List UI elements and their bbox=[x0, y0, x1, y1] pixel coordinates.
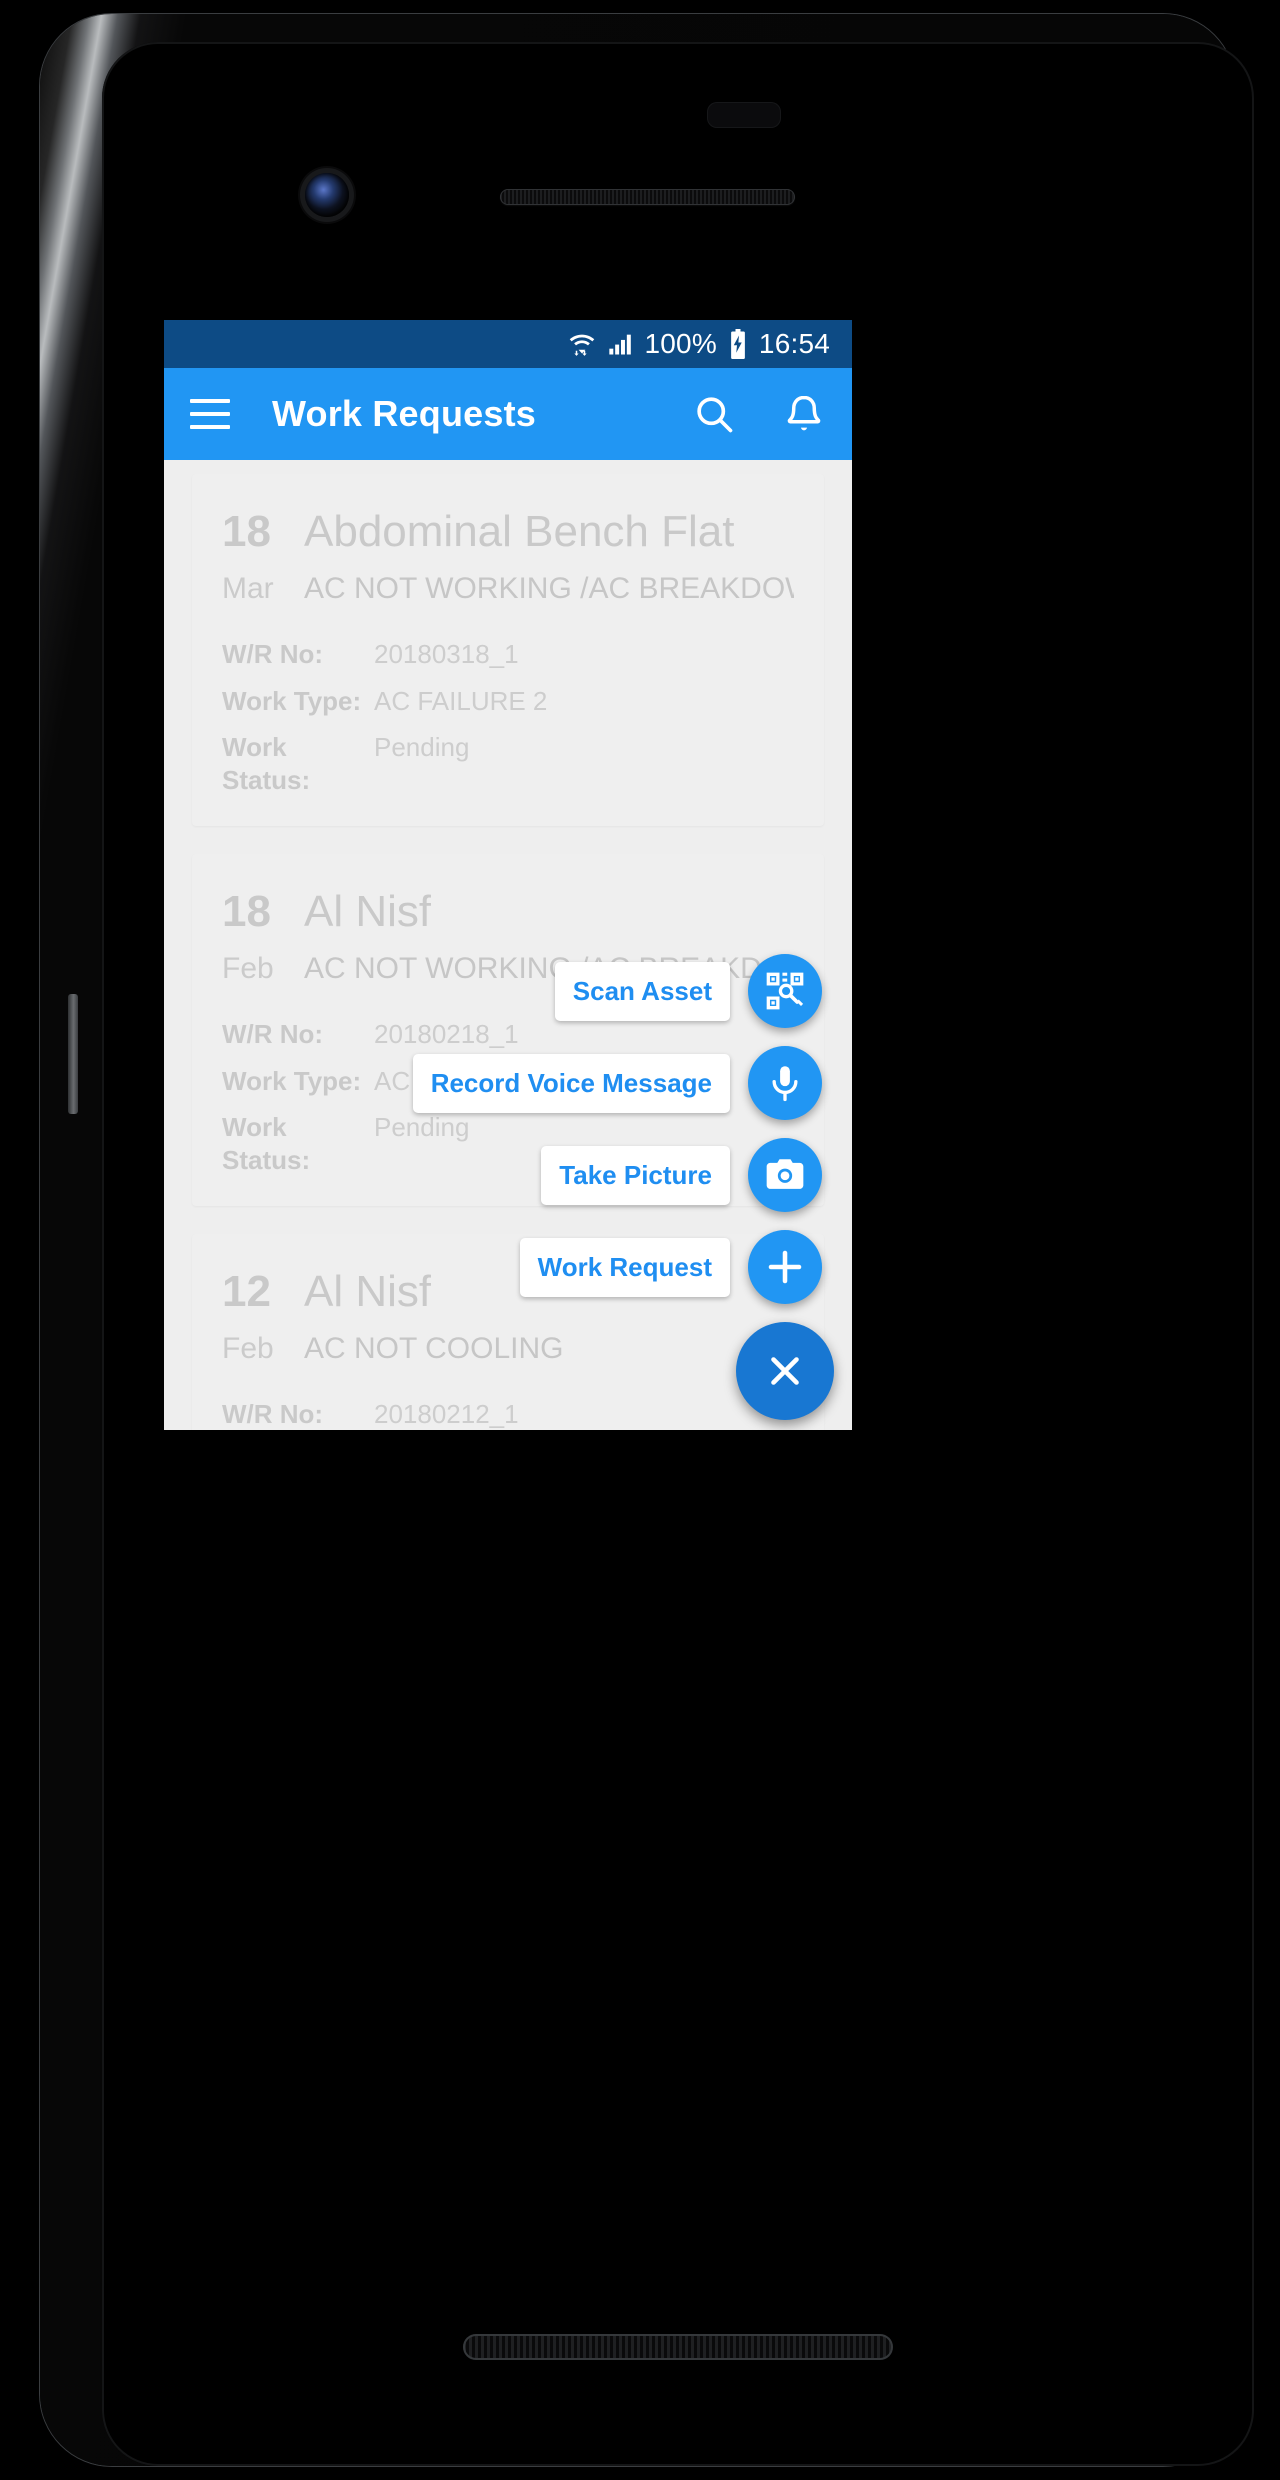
page-title: Work Requests bbox=[272, 393, 537, 434]
card-description: AC NOT WORKING /AC BREAKDOWN bbox=[304, 574, 794, 604]
phone-screen-bezel: 100% 16:54 Work Requests 18 Abdominal Be… bbox=[102, 42, 1254, 2466]
speed-dial-action-record-voice[interactable]: Record Voice Message bbox=[412, 1046, 822, 1120]
earpiece-speaker-icon bbox=[500, 189, 795, 205]
card-header: 18 Al Nisf bbox=[222, 890, 794, 934]
camera-icon bbox=[766, 1159, 804, 1189]
speed-dial-close-row[interactable] bbox=[736, 1322, 834, 1420]
detail-row-work-type: Work Type: AC FAILURE 2 bbox=[222, 685, 794, 718]
card-title: Al Nisf bbox=[304, 890, 432, 934]
card-month: Feb bbox=[222, 1332, 274, 1365]
clock-label: 16:54 bbox=[758, 328, 830, 359]
card-month: Feb bbox=[222, 952, 274, 985]
speed-dial-action-work-request[interactable]: Work Request bbox=[519, 1230, 822, 1304]
proximity-sensor-icon bbox=[707, 102, 781, 128]
work-request-label[interactable]: Work Request bbox=[519, 1237, 730, 1297]
hamburger-menu-icon[interactable] bbox=[190, 399, 230, 429]
speed-dial-action-scan-asset[interactable]: Scan Asset bbox=[554, 954, 822, 1028]
card-day: 18 bbox=[222, 887, 271, 936]
detail-row-wr-no: W/R No: 20180318_1 bbox=[222, 638, 794, 671]
wr-no-label: W/R No: bbox=[222, 639, 324, 669]
speed-dial-menu[interactable]: Scan Asset Record Voice Message Take Pic… bbox=[412, 954, 834, 1420]
card-day: 12 bbox=[222, 1267, 271, 1316]
speed-dial-action-take-picture[interactable]: Take Picture bbox=[541, 1138, 822, 1212]
card-day: 18 bbox=[222, 507, 271, 556]
work-status-label: Work Status: bbox=[222, 732, 311, 795]
work-type-value: AC FAILURE 2 bbox=[374, 685, 548, 716]
app-bar: Work Requests bbox=[164, 368, 852, 460]
record-voice-message-button[interactable] bbox=[748, 1046, 822, 1120]
battery-charging-icon bbox=[731, 329, 745, 359]
side-button-left[interactable] bbox=[68, 994, 78, 1114]
cellular-signal-icon bbox=[608, 334, 631, 355]
battery-percent-label: 100% bbox=[644, 328, 717, 359]
card-title: Abdominal Bench Flat bbox=[304, 510, 735, 554]
app-bar-actions bbox=[692, 392, 826, 436]
work-type-label: Work Type: bbox=[222, 1065, 362, 1096]
phone-body: 100% 16:54 Work Requests 18 Abdominal Be… bbox=[40, 14, 1254, 2466]
wr-no-label: W/R No: bbox=[222, 1019, 324, 1049]
work-request-card[interactable]: 18 Abdominal Bench Flat Mar AC NOT WORKI… bbox=[192, 474, 824, 826]
search-icon[interactable] bbox=[692, 392, 736, 436]
bottom-speaker-icon bbox=[463, 2334, 893, 2360]
status-bar: 100% 16:54 bbox=[164, 320, 852, 368]
card-details: W/R No: 20180318_1 Work Type: AC FAILURE… bbox=[222, 638, 794, 796]
work-request-list[interactable]: 18 Abdominal Bench Flat Mar AC NOT WORKI… bbox=[164, 460, 852, 1430]
qr-code-scan-icon bbox=[766, 972, 804, 1010]
work-request-button[interactable] bbox=[748, 1230, 822, 1304]
work-status-label: Work Status: bbox=[222, 1112, 311, 1175]
front-camera-icon bbox=[305, 173, 349, 217]
take-picture-button[interactable] bbox=[748, 1138, 822, 1212]
device-stage: 100% 16:54 Work Requests 18 Abdominal Be… bbox=[0, 0, 1280, 2480]
bell-icon[interactable] bbox=[782, 392, 826, 436]
scan-asset-button[interactable] bbox=[748, 954, 822, 1028]
close-icon bbox=[771, 1357, 799, 1385]
wr-no-label: W/R No: bbox=[222, 1399, 324, 1429]
close-speed-dial-button[interactable] bbox=[736, 1322, 834, 1420]
work-status-value: Pending bbox=[374, 732, 470, 762]
card-subheader: Mar AC NOT WORKING /AC BREAKDOWN bbox=[222, 574, 794, 604]
microphone-icon bbox=[772, 1066, 798, 1102]
detail-row-work-status: Work Status: Pending bbox=[222, 731, 794, 796]
wifi-icon bbox=[569, 334, 594, 356]
record-voice-message-label[interactable]: Record Voice Message bbox=[412, 1053, 730, 1113]
scan-asset-label[interactable]: Scan Asset bbox=[554, 961, 730, 1021]
card-month: Mar bbox=[222, 572, 274, 605]
card-header: 18 Abdominal Bench Flat bbox=[222, 510, 794, 554]
take-picture-label[interactable]: Take Picture bbox=[541, 1145, 730, 1205]
app-screen: 100% 16:54 Work Requests 18 Abdominal Be… bbox=[164, 320, 852, 1430]
plus-icon bbox=[768, 1250, 802, 1284]
wr-no-value: 20180318_1 bbox=[374, 639, 519, 669]
work-type-label: Work Type: bbox=[222, 685, 362, 716]
